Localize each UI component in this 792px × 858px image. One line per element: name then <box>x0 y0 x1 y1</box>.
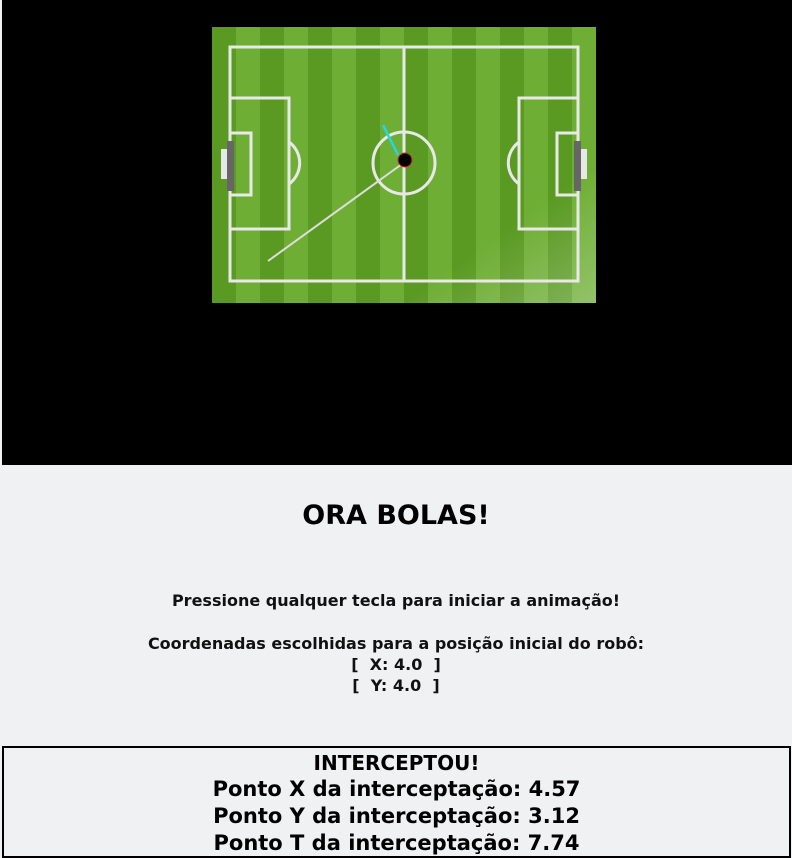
soccer-field <box>212 27 596 303</box>
page-title: ORA BOLAS! <box>302 500 490 531</box>
coord-y-text: [ Y: 4.0 ] <box>352 676 440 695</box>
intercept-point-y: Ponto Y da interceptação: 3.12 <box>213 804 580 828</box>
intercept-point-t: Ponto T da interceptação: 7.74 <box>213 831 580 855</box>
ball <box>397 152 413 168</box>
intercept-point-x: Ponto X da interceptação: 4.57 <box>212 777 581 801</box>
coords-heading: Coordenadas escolhidas para a posição in… <box>147 634 645 653</box>
press-key-text: Pressione qualquer tecla para iniciar a … <box>171 591 621 610</box>
result-box: INTERCEPTOU! Ponto X da interceptação: 4… <box>2 746 791 858</box>
instructions-panel: Pressione qualquer tecla para iniciar a … <box>0 590 792 696</box>
coord-x-text: [ X: 4.0 ] <box>351 655 441 674</box>
result-status: INTERCEPTOU! <box>313 751 480 775</box>
game-viewport <box>2 0 792 465</box>
